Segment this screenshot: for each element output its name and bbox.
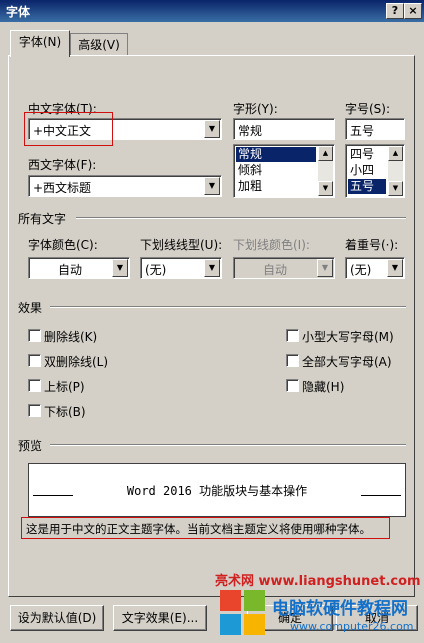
small-caps-label[interactable]: 小型大写字母(M): [302, 328, 394, 345]
style-input[interactable]: 常规: [233, 118, 335, 140]
style-label: 字形(Y):: [233, 102, 278, 116]
windows-logo-icon: [220, 590, 266, 636]
section-all-text: 所有文字: [18, 212, 67, 226]
size-list[interactable]: 四号 小四 五号 ▲ ▼: [345, 144, 405, 198]
checkbox-subscript[interactable]: [28, 404, 41, 417]
highlight-box: [24, 112, 113, 146]
section-effects: 效果: [18, 301, 43, 315]
chevron-down-icon[interactable]: ▼: [204, 177, 220, 195]
size-value: 五号: [350, 124, 375, 138]
west-font-input[interactable]: +西文标题 ▼: [28, 175, 222, 197]
scrollbar[interactable]: ▲ ▼: [388, 146, 403, 196]
checkbox-small-caps[interactable]: [286, 329, 299, 342]
underline-color-select: 自动 ▼: [233, 257, 335, 279]
list-item[interactable]: 常规: [236, 147, 316, 162]
emphasis-value: (无): [350, 263, 372, 277]
underline-color-value: 自动: [262, 263, 287, 277]
set-default-button[interactable]: 设为默认值(D): [10, 605, 104, 631]
strikethrough-label[interactable]: 删除线(K): [44, 328, 97, 345]
chevron-down-icon[interactable]: ▼: [204, 120, 220, 138]
section-preview: 预览: [18, 439, 43, 453]
tab-font[interactable]: 字体(N): [10, 30, 70, 57]
help-button[interactable]: ?: [386, 3, 404, 19]
divider: [76, 217, 406, 219]
chevron-down-icon[interactable]: ▼: [112, 259, 128, 277]
superscript-label[interactable]: 上标(P): [44, 378, 85, 395]
watermark-line3: www.computer26.com: [290, 620, 414, 633]
list-item[interactable]: 倾斜: [236, 163, 316, 178]
chevron-down-icon[interactable]: ▼: [318, 181, 333, 196]
checkbox-double-strikethrough[interactable]: [28, 354, 41, 367]
style-list[interactable]: 常规 倾斜 加粗 ▲ ▼: [233, 144, 335, 198]
chevron-down-icon[interactable]: ▼: [387, 259, 403, 277]
size-label: 字号(S):: [345, 102, 391, 116]
west-font-label: 西文字体(F):: [28, 158, 97, 172]
text-effects-button[interactable]: 文字效果(E)...: [113, 605, 207, 631]
list-item[interactable]: 加粗: [236, 179, 316, 194]
checkbox-superscript[interactable]: [28, 379, 41, 392]
chevron-up-icon[interactable]: ▲: [388, 146, 403, 161]
baseline-right: [361, 495, 401, 496]
window-title: 字体: [6, 5, 31, 19]
divider: [50, 444, 406, 446]
divider: [50, 306, 406, 308]
title-bar: 字体 ? ×: [0, 0, 424, 22]
underline-color-label: 下划线颜色(I):: [233, 238, 310, 252]
emphasis-label: 着重号(·):: [345, 238, 399, 252]
tab-advanced[interactable]: 高级(V): [70, 33, 128, 56]
list-item[interactable]: 五号: [348, 179, 386, 194]
preview-note: 这是用于中文的正文主题字体。当前文档主题定义将使用哪种字体。: [26, 522, 371, 536]
subscript-label[interactable]: 下标(B): [44, 403, 86, 420]
underline-label: 下划线线型(U):: [140, 238, 223, 252]
underline-value: (无): [145, 263, 167, 277]
close-button[interactable]: ×: [404, 3, 422, 19]
font-color-label: 字体颜色(C):: [28, 238, 98, 252]
double-strikethrough-label[interactable]: 双删除线(L): [44, 353, 108, 370]
font-color-select[interactable]: 自动 ▼: [28, 257, 130, 279]
preview-text: Word 2016 功能版块与基本操作: [126, 484, 308, 498]
west-font-value: +西文标题: [33, 181, 92, 195]
list-item[interactable]: 小四: [348, 163, 386, 178]
checkbox-strikethrough[interactable]: [28, 329, 41, 342]
watermark-line1: 亮术网 www.liangshunet.com: [215, 574, 421, 589]
font-color-value: 自动: [57, 263, 82, 277]
checkbox-all-caps[interactable]: [286, 354, 299, 367]
preview-box: Word 2016 功能版块与基本操作: [28, 463, 406, 517]
chevron-up-icon[interactable]: ▲: [318, 146, 333, 161]
style-value: 常规: [238, 124, 263, 138]
hidden-label[interactable]: 隐藏(H): [302, 378, 344, 395]
chevron-down-icon: ▼: [317, 259, 333, 277]
watermark-line2: 电脑软硬件教程网: [272, 599, 408, 619]
chevron-down-icon[interactable]: ▼: [388, 181, 403, 196]
underline-select[interactable]: (无) ▼: [140, 257, 222, 279]
size-input[interactable]: 五号: [345, 118, 405, 140]
chevron-down-icon[interactable]: ▼: [204, 259, 220, 277]
list-item[interactable]: 四号: [348, 147, 386, 162]
emphasis-select[interactable]: (无) ▼: [345, 257, 405, 279]
scrollbar[interactable]: ▲ ▼: [318, 146, 333, 196]
all-caps-label[interactable]: 全部大写字母(A): [302, 353, 392, 370]
checkbox-hidden[interactable]: [286, 379, 299, 392]
